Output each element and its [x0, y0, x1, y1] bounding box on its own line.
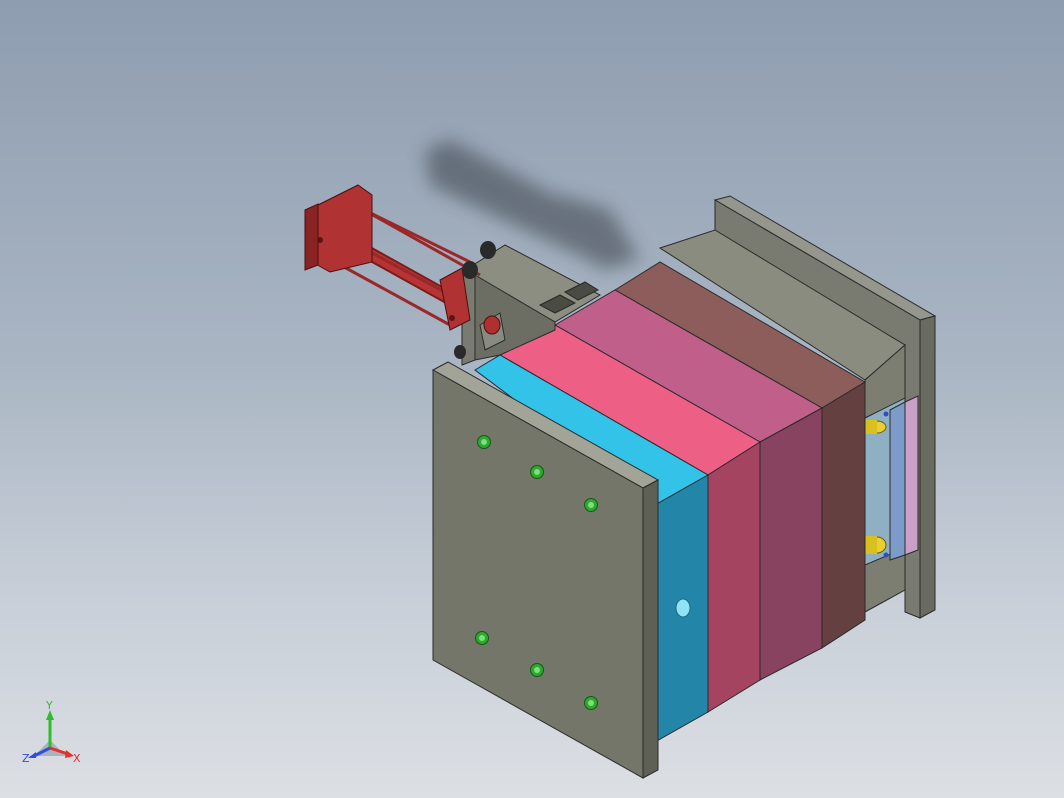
bolt-1 [477, 435, 491, 449]
x-axis-label: X [73, 752, 81, 765]
ejector-plates[interactable] [864, 395, 919, 566]
mold-assembly-model[interactable] [0, 0, 1064, 798]
bolt-2 [530, 465, 544, 479]
bolt-5 [530, 663, 544, 677]
sprue-hole [675, 598, 691, 618]
screw-bottom [883, 552, 889, 558]
y-axis-label: Y [45, 700, 53, 712]
model-shadow [425, 140, 640, 270]
bolt-4 [475, 631, 489, 645]
bolt-6 [584, 696, 598, 710]
axis-triad[interactable]: Y Z X [14, 700, 94, 780]
bolt-3 [584, 498, 598, 512]
graphics-viewport[interactable]: Y Z X [0, 0, 1064, 798]
screw-top [883, 411, 889, 417]
z-axis-label: Z [22, 752, 30, 765]
guide-pin-top-body [865, 420, 877, 434]
guide-pin-bottom-body [865, 536, 877, 554]
